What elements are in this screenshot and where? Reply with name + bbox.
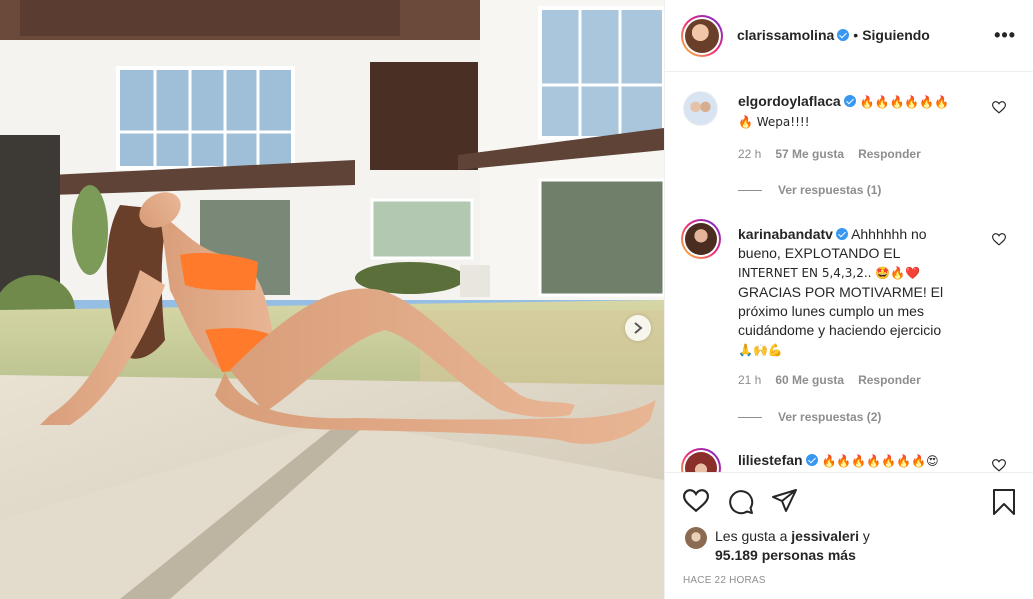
comment-line: Ahhhhhh no xyxy=(851,226,927,242)
likes-summary: Les gusta a jessivaleri y 95.189 persona… xyxy=(715,527,870,565)
reply-button[interactable]: Responder xyxy=(858,147,921,161)
verified-badge-icon xyxy=(805,454,818,466)
verified-badge-icon xyxy=(835,228,848,240)
likes-conjunction: y xyxy=(862,528,870,544)
post-timestamp[interactable]: HACE 22 HORAS xyxy=(683,575,766,586)
comment-line: 🔥🔥🔥🔥🔥🔥🔥😍 xyxy=(821,454,939,468)
view-replies-label: Ver respuestas (1) xyxy=(778,183,882,197)
verified-badge-icon xyxy=(843,95,856,107)
post-photo[interactable] xyxy=(0,0,664,599)
comment-line: 🔥 Wepa!!!! xyxy=(738,115,810,129)
comment-line: GRACIAS POR MOTIVARME! El xyxy=(738,284,944,300)
comment-text: liliestefan 🔥🔥🔥🔥🔥🔥🔥😍 xyxy=(738,451,988,471)
liker-username[interactable]: jessivaleri xyxy=(791,528,859,544)
like-comment-heart-icon[interactable] xyxy=(992,459,1006,472)
comment-time: 22 h xyxy=(738,147,762,161)
like-comment-heart-icon[interactable] xyxy=(992,233,1006,246)
next-image-button[interactable] xyxy=(625,315,651,341)
commenter-avatar[interactable] xyxy=(681,219,721,259)
likes-count[interactable]: 95.189 personas más xyxy=(715,547,856,563)
commenter-avatar[interactable] xyxy=(681,448,721,472)
comment-time: 21 h xyxy=(738,373,762,387)
author-avatar[interactable] xyxy=(681,15,723,57)
instagram-post-modal: clarissamolina • Siguiendo ••• elgordoylaf… xyxy=(0,0,1033,599)
replies-divider xyxy=(738,190,762,192)
replies-divider xyxy=(738,417,762,419)
post-actions: Les gusta a jessivaleri y 95.189 persona… xyxy=(665,472,1033,599)
comment-line: 🔥🔥🔥🔥🔥🔥 xyxy=(859,95,950,109)
comment-likes[interactable]: 60 Me gusta xyxy=(775,373,844,387)
post-image xyxy=(0,0,664,599)
comment-line: bueno, EXPLOTANDO EL xyxy=(738,245,901,261)
verified-badge-icon xyxy=(837,29,850,41)
comment-line: INTERNET EN 5,4,3,2.. 🤩🔥❤️ xyxy=(738,266,921,280)
comment-line: próximo lunes cumplo un mes xyxy=(738,303,924,319)
comment-line: 🙏🙌💪 xyxy=(738,343,783,357)
reply-button[interactable]: Responder xyxy=(858,373,921,387)
view-replies-button[interactable]: Ver respuestas (2) xyxy=(738,410,881,424)
commenter-avatar[interactable] xyxy=(683,91,718,126)
post-sidebar: clarissamolina • Siguiendo ••• elgordoylaf… xyxy=(664,0,1033,599)
liker-avatar[interactable] xyxy=(685,527,707,549)
comment-text: karinabandatv Ahhhhhh no bueno, EXPLOTAN… xyxy=(738,225,988,360)
like-comment-heart-icon[interactable] xyxy=(992,101,1006,114)
comment-meta: 21 h 60 Me gusta Responder xyxy=(738,373,935,387)
like-heart-icon[interactable] xyxy=(683,489,709,513)
comment-text: elgordoylaflaca 🔥🔥🔥🔥🔥🔥 🔥 Wepa!!!! xyxy=(738,92,988,132)
author-username[interactable]: clarissamolina xyxy=(737,27,834,43)
author-line: clarissamolina • Siguiendo xyxy=(737,27,930,43)
comment-username[interactable]: elgordoylaflaca xyxy=(738,93,841,109)
separator-dot: • xyxy=(853,27,859,43)
comment-line: cuidándome y haciendo ejercicio xyxy=(738,322,942,338)
comment-bubble-icon[interactable] xyxy=(728,489,754,515)
more-options-icon[interactable]: ••• xyxy=(994,26,1016,44)
comment-username[interactable]: liliestefan xyxy=(738,452,803,468)
likes-prefix: Les gusta a xyxy=(715,528,788,544)
save-bookmark-icon[interactable] xyxy=(992,489,1016,515)
following-button[interactable]: Siguiendo xyxy=(862,27,930,43)
comment-meta: 22 h 57 Me gusta Responder xyxy=(738,147,935,161)
chevron-right-icon xyxy=(634,322,643,334)
comment-likes[interactable]: 57 Me gusta xyxy=(775,147,844,161)
comments-list[interactable]: elgordoylaflaca 🔥🔥🔥🔥🔥🔥 🔥 Wepa!!!! 22 h 57… xyxy=(665,72,1033,472)
post-header: clarissamolina • Siguiendo ••• xyxy=(665,0,1033,72)
view-replies-button[interactable]: Ver respuestas (1) xyxy=(738,183,881,197)
share-paper-plane-icon[interactable] xyxy=(772,489,798,513)
comment-username[interactable]: karinabandatv xyxy=(738,226,833,242)
view-replies-label: Ver respuestas (2) xyxy=(778,410,882,424)
